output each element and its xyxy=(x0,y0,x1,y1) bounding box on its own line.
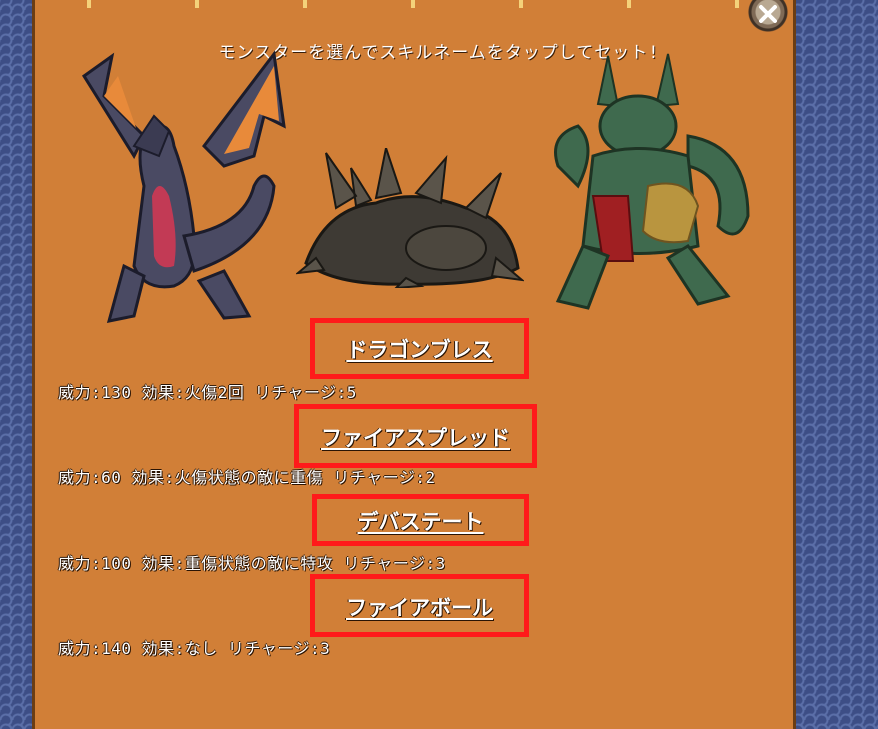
skill-name-dragon-breath[interactable]: ドラゴンブレス xyxy=(310,334,529,364)
skill-description: 威力:100 効果:重傷状態の敵に特攻 リチャージ:3 xyxy=(58,554,446,573)
skill-name-fire-spread[interactable]: ファイアスプレッド xyxy=(294,422,537,452)
monster-green-dragon-warrior[interactable] xyxy=(538,46,758,314)
monster-spiked-rock-dragon[interactable] xyxy=(296,148,524,288)
skill-description: 威力:60 効果:火傷状態の敵に重傷 リチャージ:2 xyxy=(58,468,436,487)
skill-name-fireball[interactable]: ファイアボール xyxy=(310,592,529,622)
skill-description: 威力:130 効果:火傷2回 リチャージ:5 xyxy=(58,383,357,402)
monster-dark-winged-dragon[interactable] xyxy=(74,36,288,328)
game-screen: { "header": { "instruction": "モンスターを選んでス… xyxy=(0,0,878,729)
skill-name-devastate[interactable]: デバステート xyxy=(312,506,529,536)
skill-description: 威力:140 効果:なし リチャージ:3 xyxy=(58,639,331,658)
panel-ornament xyxy=(35,0,793,8)
close-icon xyxy=(759,5,777,23)
